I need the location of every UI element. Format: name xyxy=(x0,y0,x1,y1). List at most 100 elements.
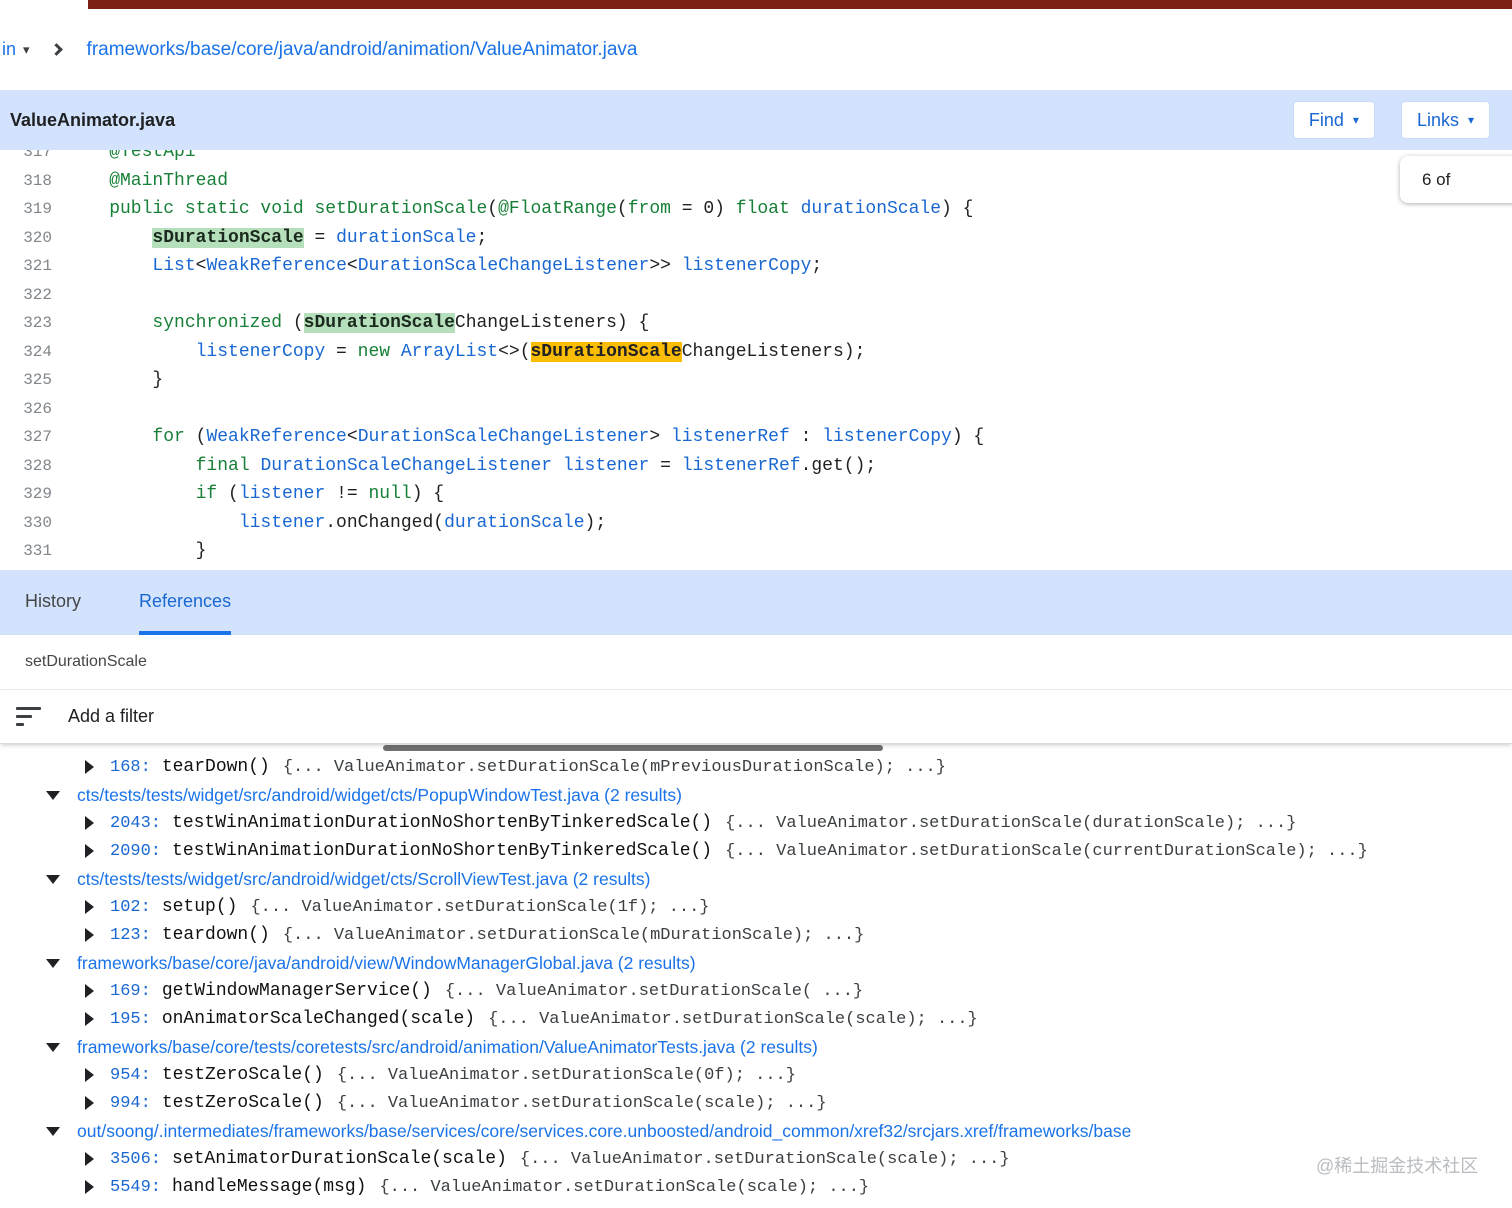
match-line-number[interactable]: 168: xyxy=(110,758,151,777)
code-symbol-link[interactable]: listenerCopy xyxy=(822,427,952,447)
line-number[interactable]: 321 xyxy=(0,257,52,275)
match-function-name[interactable]: getWindowManagerService() xyxy=(162,981,432,1001)
code-symbol-link[interactable]: ArrayList xyxy=(401,342,498,362)
collapse-arrow-icon[interactable] xyxy=(46,1042,60,1052)
code-symbol-link[interactable]: WeakReference xyxy=(206,427,346,447)
expand-arrow-icon[interactable] xyxy=(85,760,94,774)
expand-arrow-icon[interactable] xyxy=(85,900,94,914)
result-file-row[interactable]: cts/tests/tests/widget/src/android/widge… xyxy=(0,865,1512,893)
line-number[interactable]: 322 xyxy=(0,286,52,304)
result-file-link[interactable]: frameworks/base/core/tests/coretests/src… xyxy=(77,1037,818,1058)
code-symbol-link[interactable]: durationScale xyxy=(444,513,584,533)
expand-arrow-icon[interactable] xyxy=(85,844,94,858)
result-file-row[interactable]: frameworks/base/core/tests/coretests/src… xyxy=(0,1033,1512,1061)
line-number[interactable]: 328 xyxy=(0,457,52,475)
filter-icon[interactable] xyxy=(16,707,41,726)
result-match-row[interactable]: 2090: testWinAnimationDurationNoShortenBy… xyxy=(0,837,1512,865)
file-path-breadcrumb[interactable]: frameworks/base/core/java/android/animat… xyxy=(87,39,638,61)
expand-arrow-icon[interactable] xyxy=(85,1096,94,1110)
result-match-row[interactable]: 102: setup() {... ValueAnimator.setDuratio… xyxy=(0,893,1512,921)
result-file-row[interactable]: frameworks/base/core/java/android/view/W… xyxy=(0,949,1512,977)
line-number[interactable]: 318 xyxy=(0,172,52,190)
match-function-name[interactable]: handleMessage(msg) xyxy=(172,1177,366,1197)
collapse-arrow-icon[interactable] xyxy=(46,958,60,968)
match-line-number[interactable]: 5549: xyxy=(110,1178,161,1197)
code-symbol-link[interactable]: durationScale xyxy=(336,228,476,248)
collapse-arrow-icon[interactable] xyxy=(46,1126,60,1136)
add-filter-input[interactable]: Add a filter xyxy=(68,706,154,727)
result-match-row[interactable]: 5549: handleMessage(msg) {... ValueAnimato… xyxy=(0,1173,1512,1201)
match-line-number[interactable]: 994: xyxy=(110,1094,151,1113)
result-file-link[interactable]: cts/tests/tests/widget/src/android/widge… xyxy=(77,785,682,806)
line-number[interactable]: 330 xyxy=(0,514,52,532)
code-symbol-link[interactable]: listener xyxy=(239,484,325,504)
match-line-number[interactable]: 3506: xyxy=(110,1150,161,1169)
result-match-row[interactable]: 168: tearDown() {... ValueAnimator.setDura… xyxy=(0,753,1512,781)
collapse-arrow-icon[interactable] xyxy=(46,790,60,800)
line-number[interactable]: 324 xyxy=(0,343,52,361)
code-symbol-link[interactable]: listenerCopy xyxy=(682,256,812,276)
code-symbol-link[interactable]: WeakReference xyxy=(206,256,346,276)
result-match-row[interactable]: 994: testZeroScale() {... ValueAnimator.se… xyxy=(0,1089,1512,1117)
line-number[interactable]: 327 xyxy=(0,428,52,446)
code-symbol-link[interactable]: DurationScaleChangeListener xyxy=(358,427,650,447)
line-number[interactable]: 331 xyxy=(0,542,52,560)
line-number[interactable]: 326 xyxy=(0,400,52,418)
match-function-name[interactable]: teardown() xyxy=(162,925,270,945)
code-symbol-link[interactable]: durationScale xyxy=(801,199,941,219)
result-match-row[interactable]: 2043: testWinAnimationDurationNoShortenBy… xyxy=(0,809,1512,837)
result-match-row[interactable]: 195: onAnimatorScaleChanged(scale) {... Va… xyxy=(0,1005,1512,1033)
code-symbol-link[interactable]: listenerCopy xyxy=(196,342,326,362)
result-file-row[interactable]: cts/tests/tests/widget/src/android/widge… xyxy=(0,781,1512,809)
line-number[interactable]: 323 xyxy=(0,314,52,332)
result-match-row[interactable]: 3506: setAnimatorDurationScale(scale) {...… xyxy=(0,1145,1512,1173)
collapse-arrow-icon[interactable] xyxy=(46,874,60,884)
match-line-number[interactable]: 2090: xyxy=(110,842,161,861)
code-symbol-link[interactable]: List xyxy=(152,256,195,276)
result-file-row[interactable]: out/soong/.intermediates/frameworks/base… xyxy=(0,1117,1512,1145)
code-symbol-link[interactable]: listener xyxy=(239,513,325,533)
match-function-name[interactable]: tearDown() xyxy=(162,757,270,777)
line-number[interactable]: 329 xyxy=(0,485,52,503)
code-symbol-link[interactable]: listenerRef xyxy=(671,427,790,447)
line-number[interactable]: 325 xyxy=(0,371,52,389)
code-symbol-link[interactable]: listenerRef xyxy=(682,456,801,476)
match-function-name[interactable]: testZeroScale() xyxy=(162,1065,324,1085)
match-function-name[interactable]: onAnimatorScaleChanged(scale) xyxy=(162,1009,475,1029)
expand-arrow-icon[interactable] xyxy=(85,816,94,830)
result-match-row[interactable]: 123: teardown() {... ValueAnimator.setDura… xyxy=(0,921,1512,949)
match-line-number[interactable]: 169: xyxy=(110,982,151,1001)
code-symbol-link[interactable]: DurationScaleChangeListener xyxy=(260,456,552,476)
match-function-name[interactable]: setAnimatorDurationScale(scale) xyxy=(172,1149,507,1169)
expand-arrow-icon[interactable] xyxy=(85,1068,94,1082)
result-match-row[interactable]: 954: testZeroScale() {... ValueAnimator.se… xyxy=(0,1061,1512,1089)
links-button[interactable]: Links ▾ xyxy=(1400,101,1490,139)
match-function-name[interactable]: testWinAnimationDurationNoShortenByTinke… xyxy=(172,841,712,861)
expand-arrow-icon[interactable] xyxy=(85,928,94,942)
expand-arrow-icon[interactable] xyxy=(85,1152,94,1166)
match-function-name[interactable]: setup() xyxy=(162,897,238,917)
expand-arrow-icon[interactable] xyxy=(85,1180,94,1194)
line-number[interactable]: 319 xyxy=(0,200,52,218)
result-file-link[interactable]: frameworks/base/core/java/android/view/W… xyxy=(77,953,696,974)
code-viewer[interactable]: 6 of 317 @TestApi 318 @MainThread 319 publ… xyxy=(0,150,1512,570)
expand-arrow-icon[interactable] xyxy=(85,1012,94,1026)
code-symbol-link[interactable]: DurationScaleChangeListener xyxy=(358,256,650,276)
result-file-link[interactable]: cts/tests/tests/widget/src/android/widge… xyxy=(77,869,651,890)
match-line-number[interactable]: 954: xyxy=(110,1066,151,1085)
code-symbol-link[interactable]: listener xyxy=(563,456,649,476)
match-line-number[interactable]: 102: xyxy=(110,898,151,917)
find-button[interactable]: Find ▾ xyxy=(1292,101,1375,139)
result-match-row[interactable]: 169: getWindowManagerService() {... ValueA… xyxy=(0,977,1512,1005)
match-function-name[interactable]: testWinAnimationDurationNoShortenByTinke… xyxy=(172,813,712,833)
match-line-number[interactable]: 123: xyxy=(110,926,151,945)
result-file-link[interactable]: out/soong/.intermediates/frameworks/base… xyxy=(77,1121,1131,1142)
tab-references[interactable]: References xyxy=(139,570,232,635)
line-number[interactable]: 317 xyxy=(0,150,52,161)
expand-arrow-icon[interactable] xyxy=(85,984,94,998)
tab-history[interactable]: History xyxy=(25,570,81,635)
line-number[interactable]: 320 xyxy=(0,229,52,247)
branch-selector[interactable]: in ▾ xyxy=(2,39,30,60)
match-function-name[interactable]: testZeroScale() xyxy=(162,1093,324,1113)
match-line-number[interactable]: 195: xyxy=(110,1010,151,1029)
